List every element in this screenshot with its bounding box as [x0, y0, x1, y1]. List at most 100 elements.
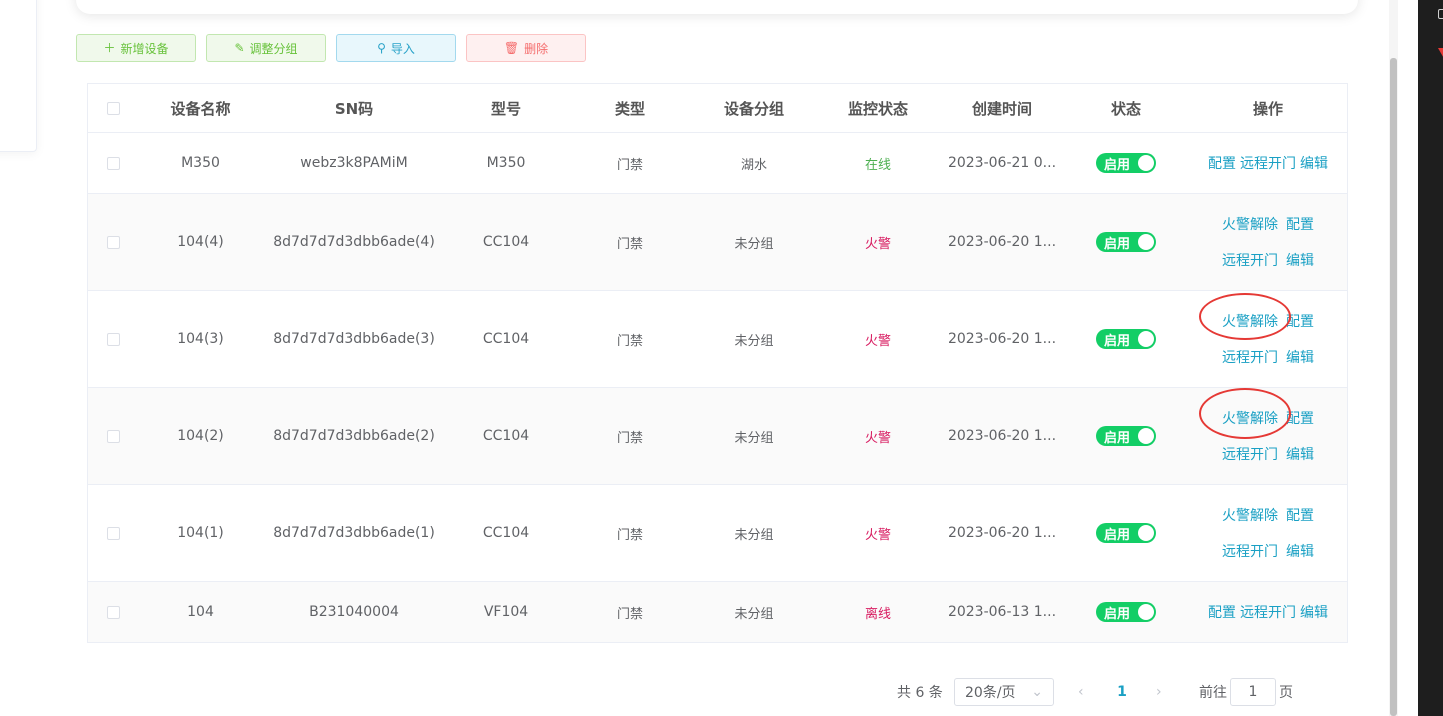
cell-name: 104	[187, 604, 214, 620]
ops-line: 火警解除 配置	[1222, 408, 1314, 428]
status-toggle[interactable]: 启用	[1096, 426, 1156, 446]
cell-type: 门禁	[616, 527, 643, 543]
cell-name: 104(4)	[177, 234, 224, 250]
page-size-value: 20条/页	[965, 685, 1016, 701]
fire-clear-link[interactable]: 火警解除	[1222, 214, 1278, 234]
add-device-button[interactable]: ＋ 新增设备	[76, 34, 196, 62]
row-checkbox[interactable]	[106, 156, 120, 170]
config-link[interactable]: 配置	[1208, 602, 1236, 622]
table-row: 104(3) 8d7d7d7d3dbb6ade(3) CC104 门禁 未分组 火警 202…	[88, 291, 1347, 388]
status-toggle[interactable]: 启用	[1096, 329, 1156, 349]
triangle-marker-icon	[1438, 48, 1443, 62]
goto-label: 前往	[1199, 685, 1227, 701]
cell-monitor: 火警	[864, 430, 891, 446]
cell-sn: 8d7d7d7d3dbb6ade(3)	[273, 331, 435, 347]
cell-name: M350	[181, 155, 220, 171]
cell-status: 启用	[1063, 582, 1189, 642]
row-checkbox[interactable]	[106, 235, 120, 249]
config-link[interactable]: 配置	[1286, 311, 1314, 331]
remote-open-link[interactable]: 远程开门	[1240, 602, 1296, 622]
edit-link[interactable]: 编辑	[1300, 153, 1328, 173]
cell-type: 门禁	[616, 606, 643, 622]
delete-button[interactable]: 🗑 删除	[466, 34, 586, 62]
toggle-knob	[1138, 234, 1154, 250]
adjust-group-label: 调整分组	[249, 41, 298, 56]
cell-ops: 火警解除 配置 远程开门 编辑	[1189, 194, 1347, 290]
select-all-checkbox[interactable]	[106, 101, 120, 115]
edit-link[interactable]: 编辑	[1286, 347, 1314, 367]
header-status: 状态	[1110, 99, 1141, 118]
adjust-group-button[interactable]: ✎ 调整分组	[206, 34, 326, 62]
remote-open-link[interactable]: 远程开门	[1240, 153, 1296, 173]
remote-open-link[interactable]: 远程开门	[1222, 444, 1278, 464]
cell-group: 未分组	[734, 236, 774, 252]
toggle-knob	[1138, 525, 1154, 541]
fire-clear-link[interactable]: 火警解除	[1222, 408, 1278, 428]
next-page-icon[interactable]: ›	[1156, 678, 1162, 706]
filter-card	[76, 0, 1358, 14]
header-model: 型号	[490, 99, 521, 118]
chevron-down-icon: ⌄	[1031, 684, 1043, 700]
header-sn: SN码	[334, 99, 374, 118]
row-checkbox-cell	[88, 291, 138, 387]
row-checkbox-cell	[88, 388, 138, 484]
status-toggle-label: 启用	[1104, 527, 1131, 543]
row-checkbox[interactable]	[106, 429, 120, 443]
page-number[interactable]: 1	[1112, 678, 1132, 706]
row-checkbox[interactable]	[106, 526, 120, 540]
scrollbar-thumb[interactable]	[1390, 58, 1397, 716]
status-toggle-label: 启用	[1104, 430, 1131, 446]
remote-open-link[interactable]: 远程开门	[1222, 250, 1278, 270]
ops-line: 配置 远程开门 编辑	[1208, 153, 1328, 173]
cell-model: CC104	[482, 331, 530, 347]
row-checkbox[interactable]	[106, 605, 120, 619]
cell-monitor: 火警	[864, 333, 891, 349]
goto-page-input[interactable]: 1	[1230, 678, 1276, 706]
remote-open-link[interactable]: 远程开门	[1222, 541, 1278, 561]
cell-type: 门禁	[616, 236, 643, 252]
row-checkbox-cell	[88, 194, 138, 290]
edit-link[interactable]: 编辑	[1300, 602, 1328, 622]
config-link[interactable]: 配置	[1286, 214, 1314, 234]
page-size-select[interactable]: 20条/页 ⌄	[954, 678, 1054, 706]
config-link[interactable]: 配置	[1286, 408, 1314, 428]
cell-name: 104(1)	[177, 525, 224, 541]
cell-status: 启用	[1063, 291, 1189, 387]
cell-type: 门禁	[616, 157, 643, 173]
status-toggle[interactable]: 启用	[1096, 523, 1156, 543]
edit-link[interactable]: 编辑	[1286, 444, 1314, 464]
cell-group: 未分组	[734, 527, 774, 543]
header-type: 类型	[614, 99, 645, 118]
prev-page-icon[interactable]: ‹	[1078, 678, 1084, 706]
cell-created: 2023-06-20 1...	[947, 331, 1057, 347]
cell-model: CC104	[482, 525, 530, 541]
ops-line: 火警解除 配置	[1222, 505, 1314, 525]
device-table: 设备名称 SN码 型号 类型 设备分组 监控状态 创建时间 状态 操作 M350…	[87, 83, 1348, 643]
config-link[interactable]: 配置	[1286, 505, 1314, 525]
row-checkbox[interactable]	[106, 332, 120, 346]
config-link[interactable]: 配置	[1208, 153, 1236, 173]
add-device-label: 新增设备	[120, 41, 169, 56]
edit-link[interactable]: 编辑	[1286, 250, 1314, 270]
header-group: 设备分组	[723, 99, 784, 118]
header-checkbox-cell	[88, 84, 138, 132]
window-icon[interactable]	[1438, 9, 1443, 19]
cell-monitor: 在线	[864, 157, 891, 173]
status-toggle-label: 启用	[1104, 157, 1131, 173]
cell-ops: 火警解除 配置 远程开门 编辑	[1189, 485, 1347, 581]
ops-line: 配置 远程开门 编辑	[1208, 602, 1328, 622]
remote-open-link[interactable]: 远程开门	[1222, 347, 1278, 367]
cell-ops: 配置 远程开门 编辑	[1189, 582, 1347, 642]
cell-group: 未分组	[734, 333, 774, 349]
status-toggle[interactable]: 启用	[1096, 232, 1156, 252]
cell-group: 湖水	[740, 157, 767, 173]
edit-link[interactable]: 编辑	[1286, 541, 1314, 561]
status-toggle[interactable]: 启用	[1096, 602, 1156, 622]
fire-clear-link[interactable]: 火警解除	[1222, 505, 1278, 525]
row-checkbox-cell	[88, 582, 138, 642]
ops-line: 远程开门 编辑	[1222, 541, 1314, 561]
import-button[interactable]: ⚲ 导入	[336, 34, 456, 62]
status-toggle[interactable]: 启用	[1096, 153, 1156, 173]
cell-status: 启用	[1063, 194, 1189, 290]
fire-clear-link[interactable]: 火警解除	[1222, 311, 1278, 331]
